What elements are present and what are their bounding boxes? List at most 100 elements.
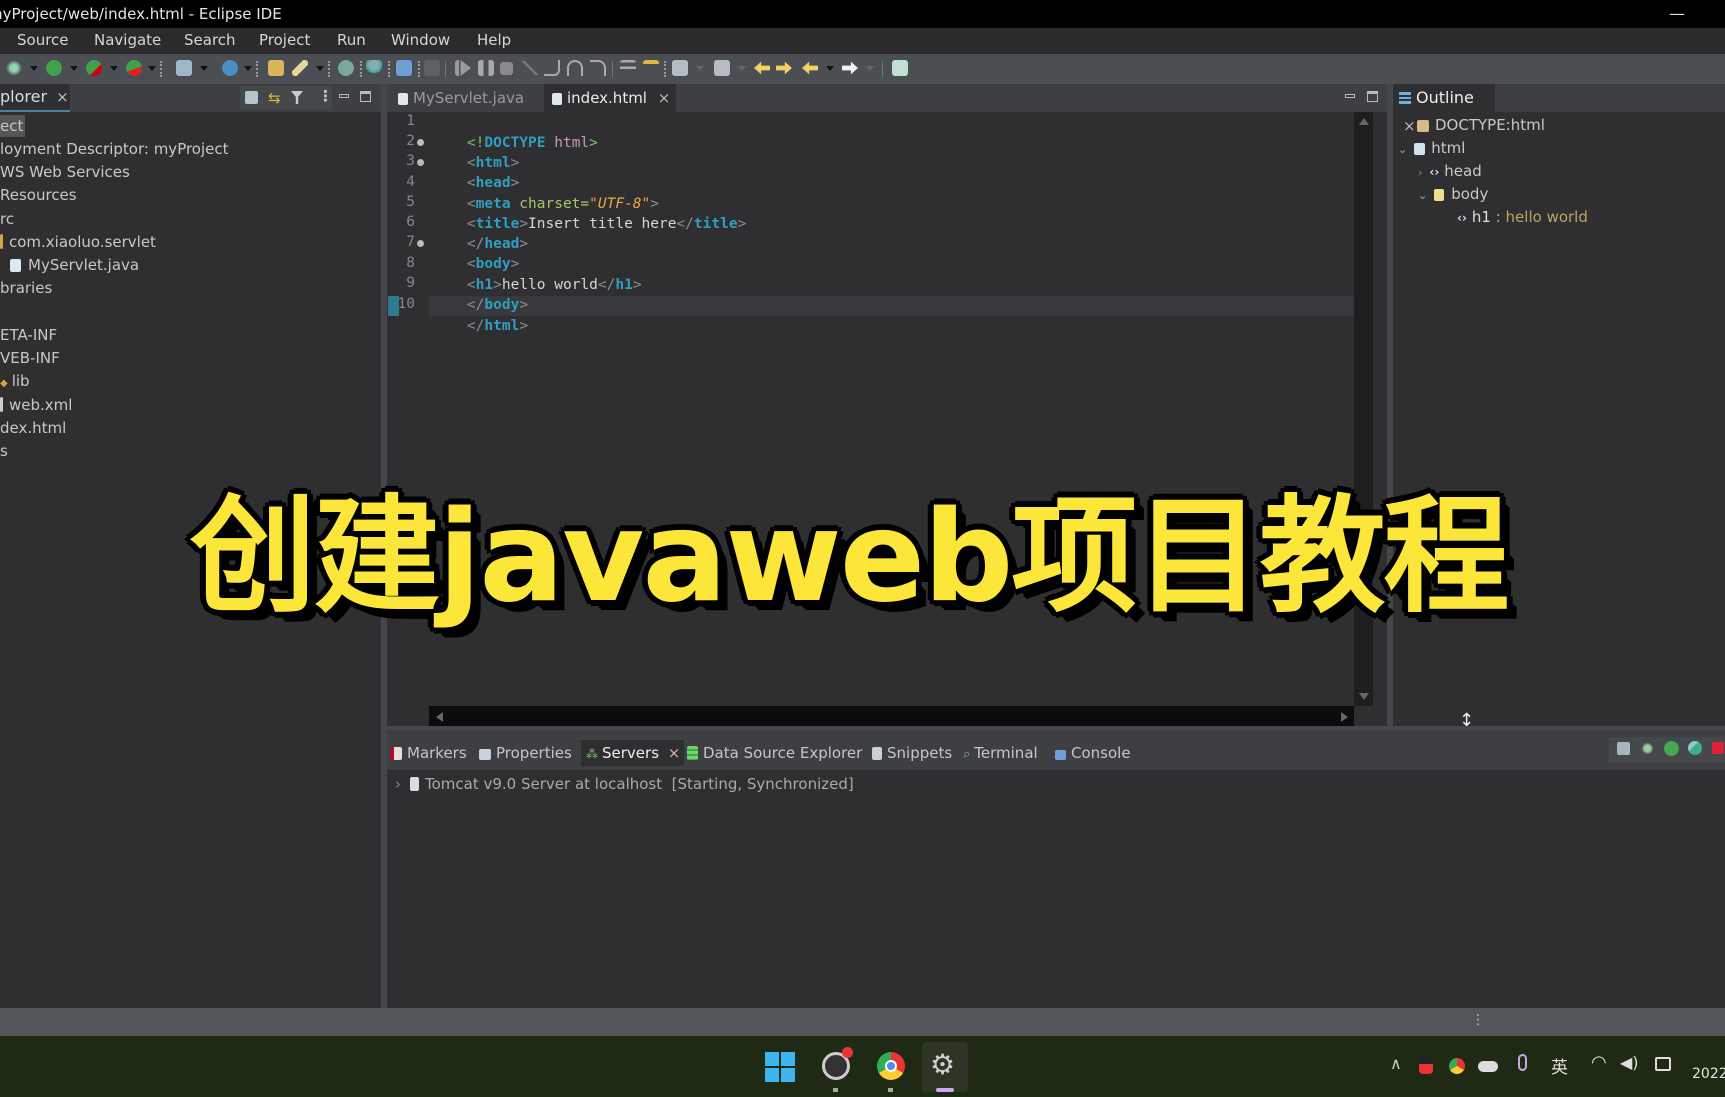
prev-annotation-dropdown-icon[interactable] [738,66,746,71]
step-over-icon[interactable] [567,60,583,76]
code-line-9[interactable]: </body> [432,275,528,313]
tree-item-myservlet-java[interactable]: MyServlet.java [10,254,139,276]
task-icon[interactable] [892,60,908,76]
new-server-icon[interactable] [176,60,192,76]
coverage-dropdown-icon[interactable] [110,66,118,71]
pencil-icon[interactable] [292,60,308,76]
tree-item-libraries[interactable]: braries [0,277,52,299]
last-edit-forward-icon[interactable] [776,61,792,75]
battery-icon[interactable] [1655,1057,1671,1071]
outline-item-head[interactable]: › ‹› head [1418,160,1482,182]
next-annotation-dropdown-icon[interactable] [696,66,704,71]
debug-icon[interactable] [6,60,22,76]
minimize-editor-icon[interactable] [1345,94,1355,98]
scroll-right-arrow-icon[interactable] [1341,712,1348,722]
tab-terminal[interactable]: ⌕ Terminal [963,740,1038,766]
globe-icon[interactable] [338,60,354,76]
open-folder-icon[interactable] [268,60,284,76]
suspend-icon[interactable] [478,60,494,76]
fold-toggle-icon[interactable] [417,159,424,166]
code-line-8[interactable]: <h1>hello world</h1> [432,255,642,293]
tab-servers[interactable]: ⁂ Servers × [581,740,685,766]
stop-server-icon[interactable] [1712,742,1724,754]
skip-breakpoints-icon[interactable] [424,60,440,76]
tree-item-index-html[interactable]: dex.html [0,417,66,439]
tree-item-project[interactable]: ect [0,115,26,137]
maximize-view-icon[interactable] [360,91,371,102]
clock[interactable]: 2022 [1692,1066,1725,1082]
tree-item-src[interactable]: rc [0,208,14,230]
external-tools-dropdown-icon[interactable] [148,66,156,71]
fold-toggle-icon[interactable] [417,139,424,146]
tab-outline[interactable]: Outline × [1393,84,1495,135]
tab-data-source-explorer[interactable]: Data Source Explorer [687,740,862,766]
new-server-dropdown-icon[interactable] [200,66,208,71]
use-step-filters-icon[interactable] [620,60,636,76]
terminal-icon[interactable] [396,60,412,76]
debug-server-icon[interactable] [1641,742,1654,755]
scroll-down-arrow-icon[interactable] [1359,693,1369,700]
code-line-7[interactable]: <body> [432,234,519,272]
chevron-right-icon[interactable]: › [1418,166,1422,179]
onedrive-icon[interactable] [1478,1061,1498,1072]
run-dropdown-icon[interactable] [70,66,78,71]
view-menu-icon[interactable]: ⋮ [318,87,333,105]
scroll-left-arrow-icon[interactable] [436,712,443,722]
last-edit-back-icon[interactable] [754,61,770,75]
menu-project[interactable]: Project [259,31,310,49]
web-service-dropdown-icon[interactable] [244,66,252,71]
server-row[interactable]: › Tomcat v9.0 Server at localhost [Starti… [395,773,854,795]
tree-item-meta-inf[interactable]: ETA-INF [0,324,57,346]
ime-indicator[interactable]: 英 [1551,1053,1568,1078]
debug-dropdown-icon[interactable] [30,66,38,71]
status-bar-grip-icon[interactable]: ⋮ [1471,1012,1485,1028]
code-line-1[interactable]: <!DOCTYPE html> [432,113,598,151]
outline-item-body[interactable]: ⌄ body [1418,183,1488,205]
close-icon[interactable]: × [56,88,69,106]
tree-item-package[interactable]: com.xiaoluo.servlet [0,231,156,253]
outline-item-doctype[interactable]: DOCTYPE:html [1417,114,1545,136]
code-line-2[interactable]: <html> [432,133,519,171]
chevron-down-icon[interactable]: ⌄ [1418,189,1427,202]
tab-snippets[interactable]: Snippets [872,740,952,766]
menu-navigate[interactable]: Navigate [94,31,161,49]
qq-tray-icon[interactable] [1419,1056,1433,1074]
menu-window[interactable]: Window [391,31,450,49]
next-annotation-icon[interactable] [672,60,688,76]
run-coverage-icon[interactable] [86,60,102,76]
tab-markers[interactable]: Markers [391,740,467,766]
tree-item-web-xml[interactable]: web.xml [0,394,72,416]
external-tools-icon[interactable] [126,60,142,76]
fold-toggle-icon[interactable] [417,240,424,247]
tree-item-web-inf[interactable]: VEB-INF [0,347,60,369]
close-icon[interactable]: × [1403,117,1416,135]
resume-icon[interactable] [455,60,471,76]
tree-item-java-resources[interactable]: Resources [0,184,77,206]
tree-item-other[interactable]: s [0,440,8,462]
minimize-button[interactable]: — [1669,0,1685,28]
collapse-all-icon[interactable] [245,91,258,104]
chevron-down-icon[interactable]: ⌄ [1398,143,1407,156]
back-icon[interactable] [802,61,818,75]
code-line-4[interactable]: <meta charset="UTF-8"> [432,174,659,212]
volume-icon[interactable]: ◀) [1620,1053,1639,1072]
tab-myservlet-java[interactable]: MyServlet.java [390,84,540,112]
code-line-3[interactable]: <head> [432,153,519,191]
minimize-view-icon[interactable] [339,94,349,98]
tree-item-lib[interactable]: ◆ lib [0,370,30,392]
run-icon[interactable] [46,60,62,76]
previous-annotation-icon[interactable] [714,60,730,76]
pencil-dropdown-icon[interactable] [316,66,324,71]
tab-properties[interactable]: Properties [479,740,572,766]
tree-item-jaxws-web-services[interactable]: WS Web Services [0,161,130,183]
outline-item-html[interactable]: ⌄ html [1398,137,1465,159]
step-return-icon[interactable] [590,60,606,76]
new-web-service-icon[interactable] [222,60,238,76]
start-server-icon[interactable] [1664,741,1679,756]
eclipse-gear-icon[interactable]: ⚙ [930,1048,955,1081]
maximize-editor-icon[interactable] [1367,91,1378,102]
scroll-up-arrow-icon[interactable] [1359,118,1369,125]
code-line-6[interactable]: </head> [432,214,528,252]
microphone-icon[interactable] [1518,1054,1527,1071]
menu-source[interactable]: Source [17,31,69,49]
